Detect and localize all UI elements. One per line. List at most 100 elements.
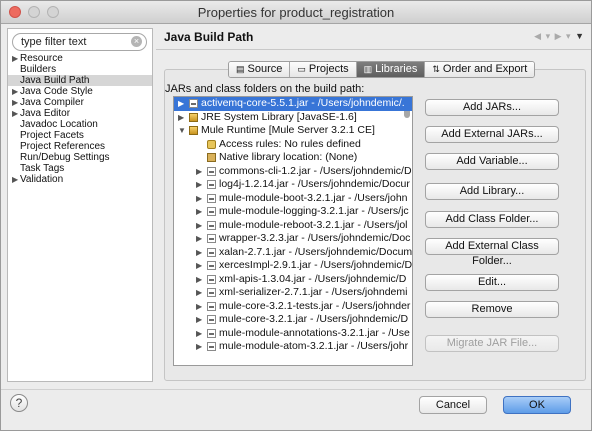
sidebar-item[interactable]: Java Build Path [8, 75, 152, 86]
entry-label: mule-module-boot-3.2.1.jar - /Users/john [219, 191, 408, 204]
build-path-entry[interactable]: ▶ commons-cli-1.2.jar - /Users/johndemic/… [174, 165, 412, 179]
tab-label: Order and Export [442, 63, 528, 75]
build-path-entry[interactable]: ▶ mule-core-3.2.1-tests.jar - /Users/john… [174, 300, 412, 314]
sidebar-item-label: Validation [20, 174, 64, 185]
sidebar-item-label: Project Facets [20, 130, 84, 141]
expand-arrow-icon[interactable]: ▶ [196, 300, 202, 314]
build-path-entry[interactable]: ▶ xercesImpl-2.9.1.jar - /Users/johndemic… [174, 259, 412, 273]
add-external-jars-button[interactable]: Add External JARs... [425, 126, 559, 143]
tab-projects[interactable]: ▭ Projects [290, 62, 357, 77]
filter-placeholder: type filter text [21, 36, 87, 48]
expand-arrow-icon[interactable]: ▶ [12, 97, 20, 108]
sidebar-item-label: Javadoc Location [20, 119, 98, 130]
order-export-icon: ⇅ [432, 64, 440, 74]
sidebar-item[interactable]: ▶ Resource [8, 53, 152, 64]
build-path-entry[interactable]: ▶ xalan-2.7.1.jar - /Users/johndemic/Docu… [174, 246, 412, 260]
expand-arrow-icon[interactable]: ▶ [196, 313, 202, 327]
sidebar-item[interactable]: Builders [8, 64, 152, 75]
add-variable-button[interactable]: Add Variable... [425, 153, 559, 170]
entry-label: Native library location: (None) [219, 151, 358, 163]
build-path-entry[interactable]: ▶ JRE System Library [JavaSE-1.6] [174, 111, 412, 125]
sidebar-item[interactable]: Javadoc Location [8, 119, 152, 130]
sidebar-item[interactable]: Project References [8, 141, 152, 152]
expand-arrow-icon[interactable]: ▶ [196, 246, 202, 260]
forward-arrow-icon[interactable]: ▶ ▾ [555, 31, 572, 41]
add-jars-button[interactable]: Add JARs... [425, 99, 559, 116]
entry-label: mule-module-atom-3.2.1.jar - /Users/johr [219, 340, 409, 352]
tab-libraries[interactable]: ▥ Libraries [356, 62, 426, 77]
build-path-entries-tree[interactable]: ▶ activemq-core-5.5.1.jar - /Users/johnde… [173, 96, 413, 366]
entry-label: Access rules: No rules defined [219, 137, 361, 150]
expand-arrow-icon[interactable]: ▶ [196, 273, 202, 287]
expand-arrow-icon[interactable]: ▶ [196, 327, 202, 341]
edit-button[interactable]: Edit... [425, 274, 559, 291]
jar-icon [207, 288, 216, 297]
build-path-entry[interactable]: ▶ xml-apis-1.3.04.jar - /Users/johndemic/… [174, 273, 412, 287]
collapse-arrow-icon[interactable]: ▼ [178, 124, 186, 138]
jar-icon [207, 315, 216, 324]
projects-icon: ▭ [297, 64, 306, 74]
expand-arrow-icon[interactable]: ▶ [12, 174, 20, 185]
sidebar-item[interactable]: ▶ Java Editor [8, 108, 152, 119]
expand-arrow-icon[interactable]: ▶ [196, 165, 202, 179]
sidebar-item[interactable]: Run/Debug Settings [8, 152, 152, 163]
entry-label: mule-module-logging-3.2.1.jar - /Users/j… [219, 205, 409, 217]
view-menu-icon[interactable]: ▼ [575, 31, 585, 41]
entry-label: mule-module-reboot-3.2.1.jar - /Users/jo… [219, 218, 408, 231]
expand-arrow-icon[interactable]: ▶ [196, 259, 202, 273]
build-path-entry[interactable]: ▶ mule-module-annotations-3.2.1.jar - /Us… [174, 327, 412, 341]
tab-label: Source [247, 63, 283, 75]
remove-button[interactable]: Remove [425, 301, 559, 318]
expand-arrow-icon[interactable]: ▶ [196, 205, 202, 219]
expand-arrow-icon[interactable]: ▶ [196, 219, 202, 233]
properties-dialog: Properties for product_registration type… [0, 0, 592, 431]
expand-arrow-icon[interactable]: ▶ [178, 97, 184, 111]
add-class-folder-button[interactable]: Add Class Folder... [425, 211, 559, 228]
add-library-button[interactable]: Add Library... [425, 183, 559, 200]
entry-label: log4j-1.2.14.jar - /Users/johndemic/Docu… [219, 178, 410, 190]
sidebar-item[interactable]: Task Tags [8, 163, 152, 174]
build-path-entry[interactable]: ▶ mule-module-reboot-3.2.1.jar - /Users/j… [174, 219, 412, 233]
build-path-entry[interactable]: Native library location: (None) [174, 151, 412, 165]
sidebar-item-label: Project References [20, 141, 106, 152]
clear-filter-icon[interactable]: × [131, 36, 142, 47]
cancel-button[interactable]: Cancel [419, 396, 487, 414]
sidebar-item[interactable]: ▶ Validation [8, 174, 152, 185]
build-path-entry[interactable]: ▶ wrapper-3.2.3.jar - /Users/johndemic/Do… [174, 232, 412, 246]
tab-order-and-export[interactable]: ⇅ Order and Export [425, 62, 535, 77]
expand-arrow-icon[interactable]: ▶ [178, 111, 184, 125]
build-path-entry[interactable]: ▶ activemq-core-5.5.1.jar - /Users/johnde… [174, 97, 412, 111]
expand-arrow-icon[interactable]: ▶ [12, 86, 20, 97]
build-path-entry[interactable]: ▶ mule-module-logging-3.2.1.jar - /Users/… [174, 205, 412, 219]
expand-arrow-icon[interactable]: ▶ [12, 53, 20, 64]
sidebar-item-label: Java Compiler [20, 97, 84, 108]
expand-arrow-icon[interactable]: ▶ [196, 286, 202, 300]
migrate-jar-file-button[interactable]: Migrate JAR File... [425, 335, 559, 352]
sidebar-item[interactable]: ▶ Java Compiler [8, 97, 152, 108]
sidebar-item[interactable]: ▶ Java Code Style [8, 86, 152, 97]
expand-arrow-icon[interactable]: ▶ [196, 340, 202, 354]
build-path-entry[interactable]: Access rules: No rules defined [174, 138, 412, 152]
back-arrow-icon[interactable]: ◀ ▾ [534, 31, 551, 41]
expand-arrow-icon[interactable]: ▶ [196, 192, 202, 206]
sidebar-item[interactable]: Project Facets [8, 130, 152, 141]
jar-icon [207, 207, 216, 216]
expand-arrow-icon[interactable]: ▶ [196, 178, 202, 192]
build-path-entry[interactable]: ▼ Mule Runtime [Mule Server 3.2.1 CE] [174, 124, 412, 138]
build-path-entry[interactable]: ▶ mule-module-atom-3.2.1.jar - /Users/joh… [174, 340, 412, 354]
expand-arrow-icon[interactable]: ▶ [196, 232, 202, 246]
expand-arrow-icon[interactable]: ▶ [12, 108, 20, 119]
help-button[interactable]: ? [10, 394, 28, 412]
page-header: Java Build Path ◀ ▾ ▶ ▾ ▼ [156, 25, 591, 50]
jar-icon [207, 234, 216, 243]
ok-button[interactable]: OK [503, 396, 571, 414]
filter-input[interactable]: type filter text × [12, 33, 147, 51]
build-path-entry[interactable]: ▶ mule-core-3.2.1.jar - /Users/johndemic/… [174, 313, 412, 327]
add-external-class-folder-button[interactable]: Add External Class Folder... [425, 238, 559, 267]
build-path-entry[interactable]: ▶ xml-serializer-2.7.1.jar - /Users/johnd… [174, 286, 412, 300]
jar-icon [207, 193, 216, 203]
sidebar-item-label: Java Code Style [20, 86, 93, 97]
build-path-entry[interactable]: ▶ log4j-1.2.14.jar - /Users/johndemic/Doc… [174, 178, 412, 192]
tab-source[interactable]: ▤ Source [229, 62, 291, 77]
build-path-entry[interactable]: ▶ mule-module-boot-3.2.1.jar - /Users/joh… [174, 192, 412, 206]
